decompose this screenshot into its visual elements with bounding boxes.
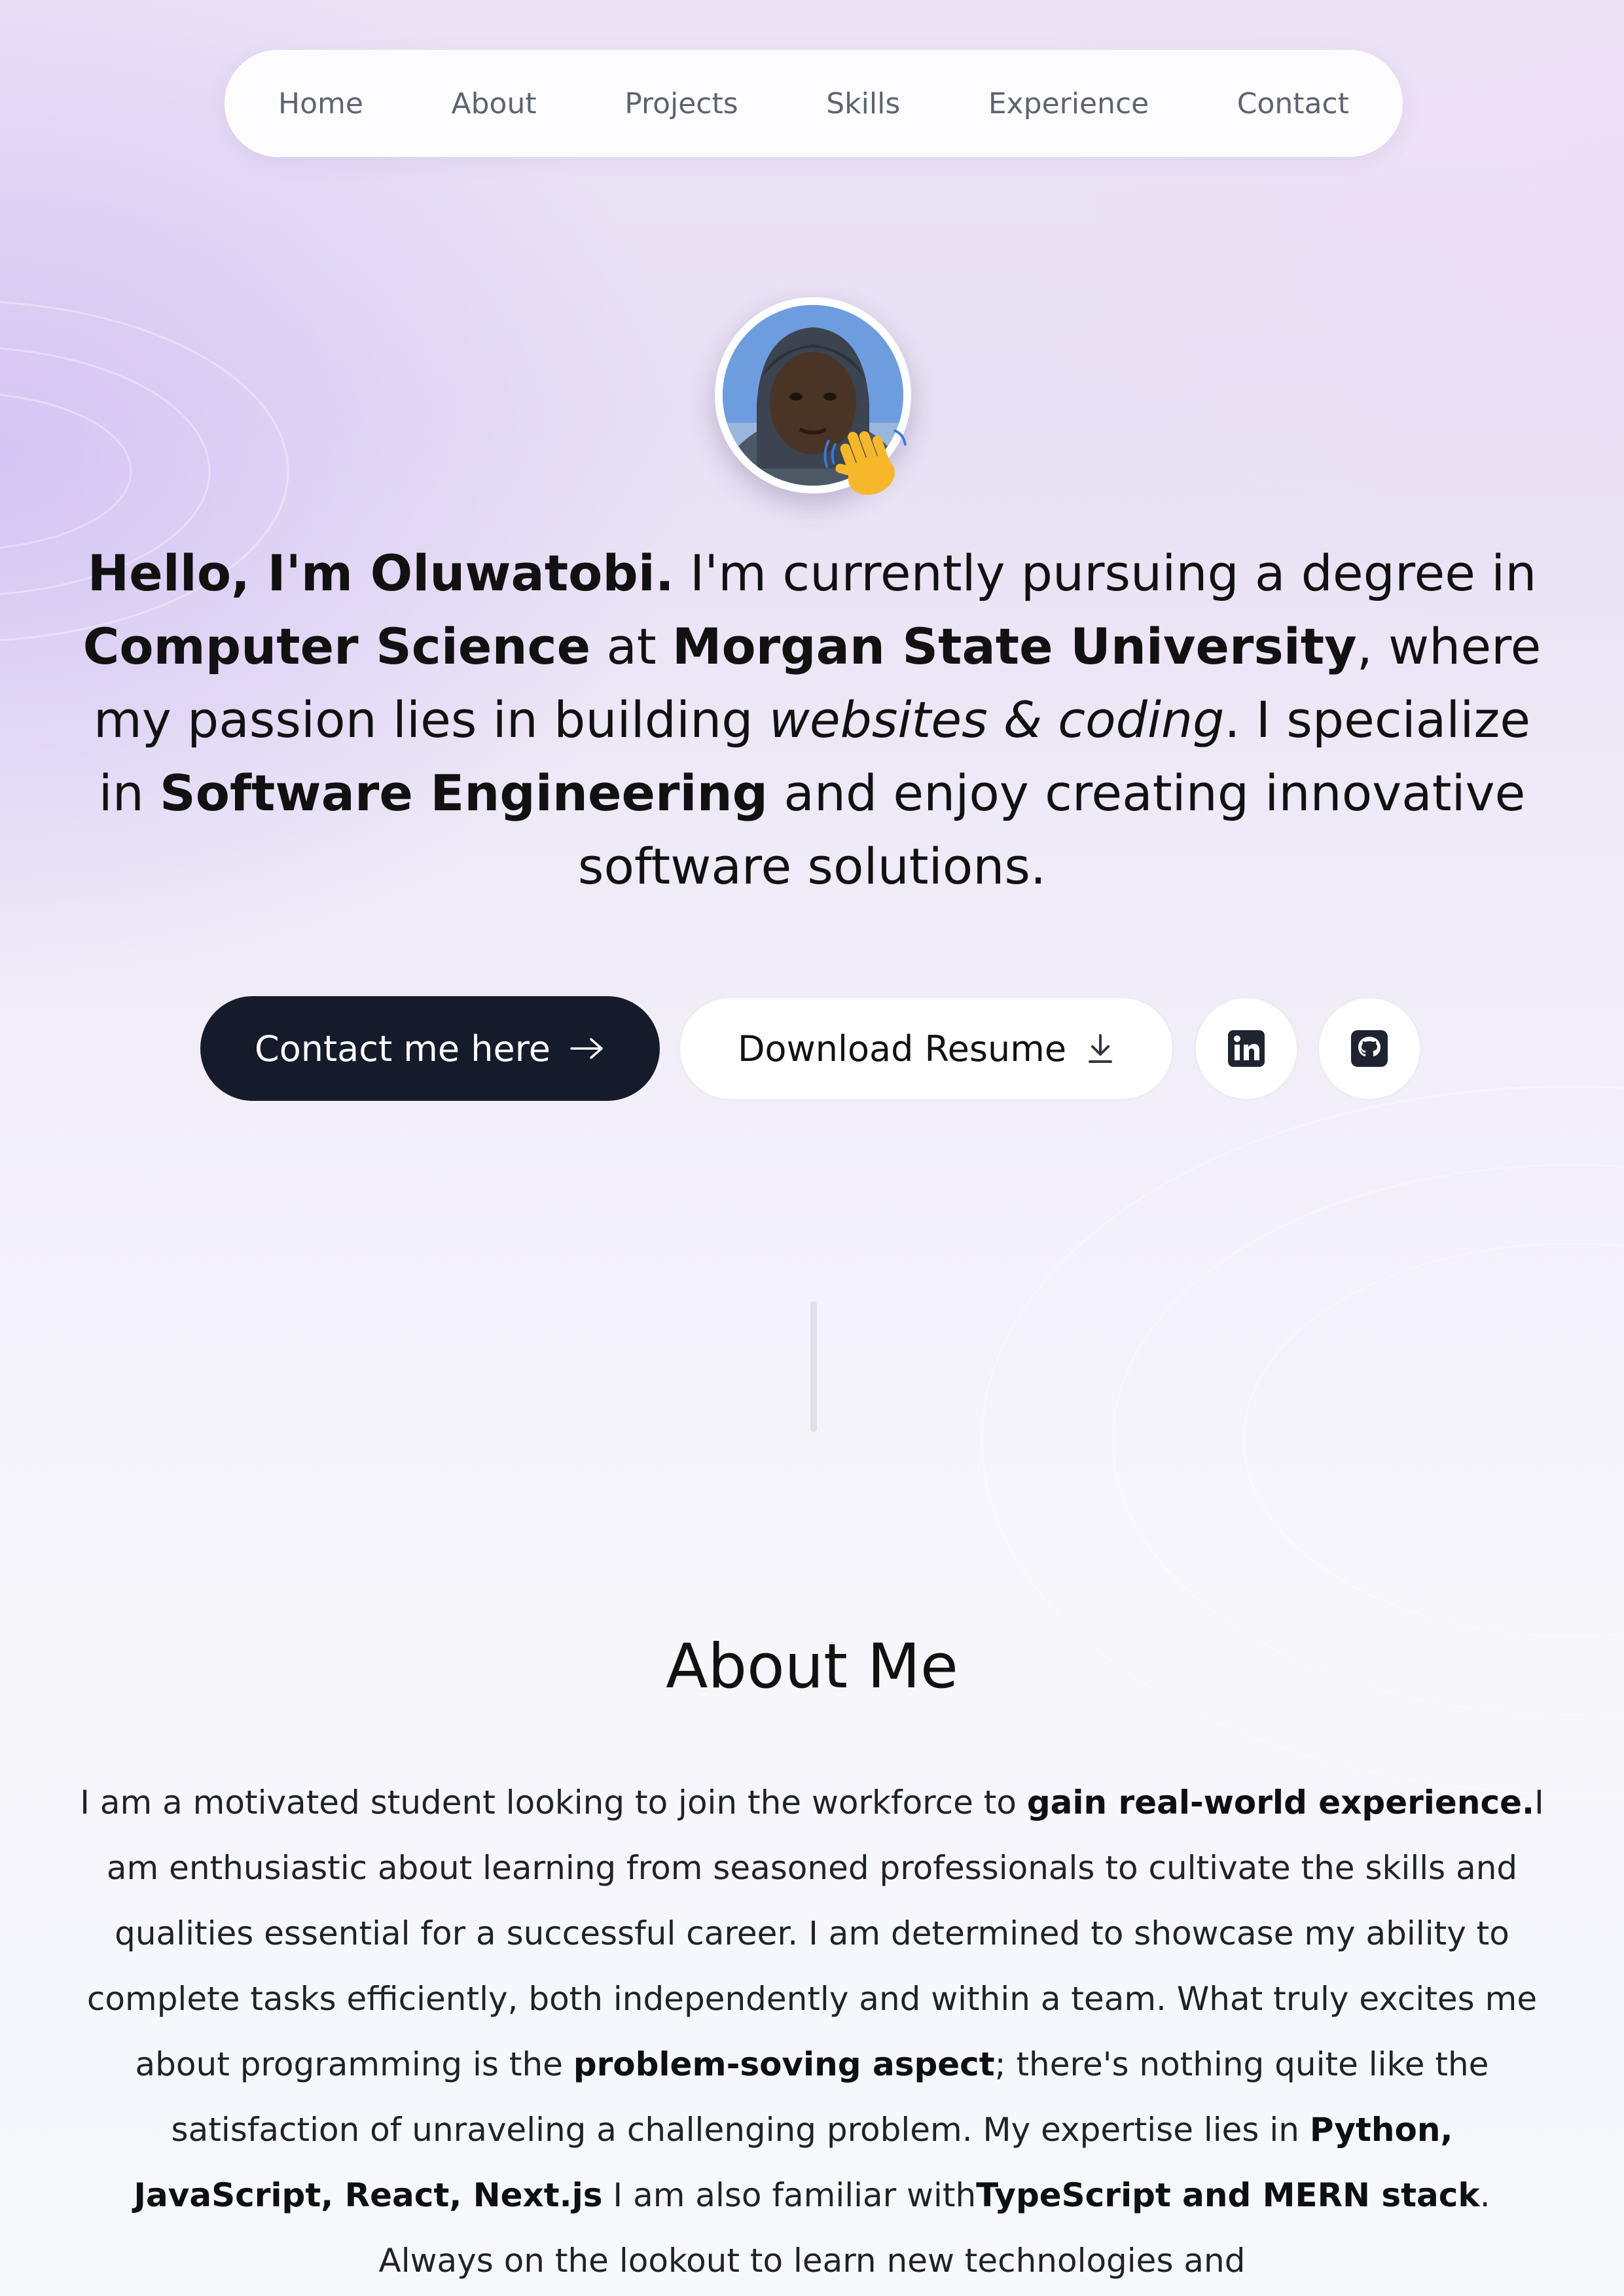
intro-university: Morgan State University [672,617,1357,675]
linkedin-button[interactable] [1194,996,1299,1101]
nav-contact[interactable]: Contact [1237,87,1349,120]
download-icon [1089,1034,1113,1063]
scroll-indicator [810,1301,817,1432]
about-text: I am a motivated student looking to join… [80,1784,1027,1821]
nav-projects[interactable]: Projects [624,87,738,120]
about-paragraph: I am a motivated student looking to join… [72,1770,1552,2293]
nav-about[interactable]: About [452,87,537,120]
about-highlight: gain real-world experience. [1026,1784,1534,1821]
about-highlight: problem-soving aspect [573,2045,995,2083]
waving-hand-emoji-icon [823,429,907,495]
github-button[interactable] [1317,996,1422,1101]
about-highlight: TypeScript and MERN stack [976,2176,1480,2214]
linkedin-icon [1228,1030,1265,1067]
contact-me-label: Contact me here [255,1028,550,1069]
intro-paragraph: Hello, I'm Oluwatobi. I'm currently purs… [65,537,1559,903]
nav-experience[interactable]: Experience [988,87,1149,120]
nav-skills[interactable]: Skills [826,87,900,120]
intro-text: I'm currently pursuing a degree in [674,544,1537,602]
intro-specialty: Software Engineering [160,764,768,822]
github-icon [1351,1030,1388,1067]
intro-text: at [590,617,672,675]
nav-home[interactable]: Home [278,87,363,120]
top-navigation: Home About Projects Skills Experience Co… [225,50,1403,157]
about-text: I am enthusiastic about learning from se… [86,1784,1544,2083]
download-resume-button[interactable]: Download Resume [678,996,1174,1101]
intro-greeting: Hello, I'm Oluwatobi. [87,544,674,602]
about-text: I am also familiar with [602,2176,977,2214]
download-resume-label: Download Resume [737,1028,1067,1069]
arrow-right-icon [570,1038,603,1059]
intro-degree: Computer Science [82,617,591,675]
about-heading: About Me [666,1631,958,1702]
contact-me-button[interactable]: Contact me here [200,996,660,1101]
intro-passion: websites & coding [768,691,1225,749]
